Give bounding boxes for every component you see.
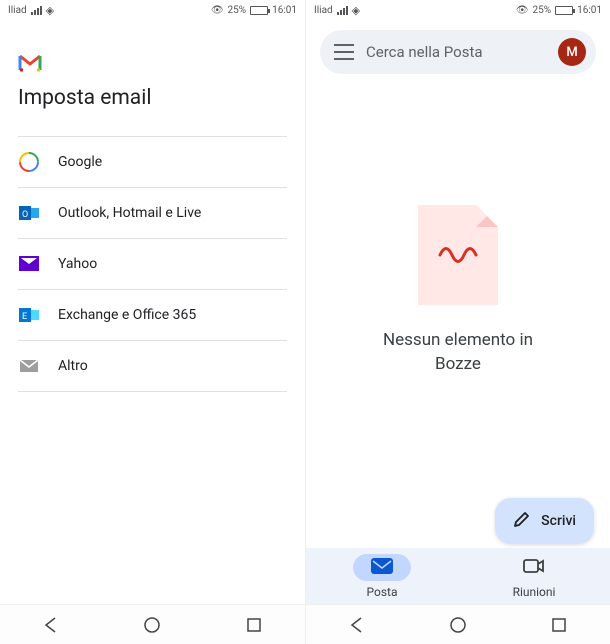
provider-other[interactable]: Altro — [18, 341, 287, 392]
provider-exchange[interactable]: E Exchange e Office 365 — [18, 290, 287, 341]
tab-mail[interactable]: Posta — [306, 548, 458, 604]
svg-text:O: O — [22, 210, 28, 220]
nav-back-button[interactable] — [345, 613, 369, 637]
nav-back-button[interactable] — [39, 613, 63, 637]
android-nav-bar — [0, 604, 305, 644]
status-bar: Iliad ◈ 👁 25% 16:01 — [306, 0, 610, 20]
nav-home-button[interactable] — [446, 613, 470, 637]
provider-label: Google — [58, 154, 102, 170]
page-title: Imposta email — [18, 86, 287, 110]
carrier-label: Iliad — [314, 5, 333, 16]
clock-label: 16:01 — [272, 5, 297, 16]
tab-label: Posta — [367, 585, 398, 599]
video-tab-icon — [523, 558, 545, 577]
wifi-icon: ◈ — [352, 4, 360, 17]
provider-outlook[interactable]: O Outlook, Hotmail e Live — [18, 188, 287, 239]
mail-icon — [18, 355, 40, 377]
outlook-icon: O — [18, 202, 40, 224]
gmail-logo — [18, 54, 287, 76]
provider-label: Altro — [58, 358, 88, 374]
tab-meet[interactable]: Riunioni — [458, 548, 610, 604]
exchange-icon: E — [18, 304, 40, 326]
empty-state: Nessun elemento in Bozze — [306, 34, 610, 548]
provider-label: Exchange e Office 365 — [58, 307, 196, 323]
android-nav-bar — [306, 604, 610, 644]
yahoo-icon — [18, 253, 40, 275]
provider-google[interactable]: Google — [18, 137, 287, 188]
nav-home-button[interactable] — [140, 613, 164, 637]
carrier-label: Iliad — [8, 5, 27, 16]
google-icon — [18, 151, 40, 173]
provider-yahoo[interactable]: Yahoo — [18, 239, 287, 290]
bottom-tabs: Posta Riunioni — [306, 548, 610, 604]
clock-label: 16:01 — [577, 5, 602, 16]
provider-label: Yahoo — [58, 256, 97, 272]
provider-label: Outlook, Hotmail e Live — [58, 205, 201, 221]
battery-icon — [555, 6, 573, 15]
mail-tab-icon — [371, 558, 393, 577]
battery-icon — [250, 6, 268, 15]
empty-text-line1: Nessun elemento in — [383, 329, 533, 353]
battery-pct: 25% — [533, 5, 552, 16]
eye-icon: 👁 — [211, 5, 224, 16]
battery-pct: 25% — [228, 5, 247, 16]
nav-recent-button[interactable] — [242, 613, 266, 637]
signal-icon — [31, 6, 42, 15]
empty-draft-icon — [418, 205, 498, 305]
provider-list: Google O Outlook, Hotmail e Live Yahoo E… — [18, 136, 287, 392]
tab-label: Riunioni — [513, 585, 556, 599]
wifi-icon: ◈ — [46, 4, 54, 17]
compose-label: Scrivi — [541, 513, 576, 529]
pencil-icon — [513, 510, 531, 532]
signal-icon — [337, 6, 348, 15]
eye-icon: 👁 — [516, 5, 529, 16]
compose-button[interactable]: Scrivi — [495, 498, 594, 544]
status-bar: Iliad ◈ 👁 25% 16:01 — [0, 0, 305, 20]
empty-text-line2: Bozze — [383, 353, 533, 377]
nav-recent-button[interactable] — [547, 613, 571, 637]
svg-text:E: E — [22, 312, 27, 322]
